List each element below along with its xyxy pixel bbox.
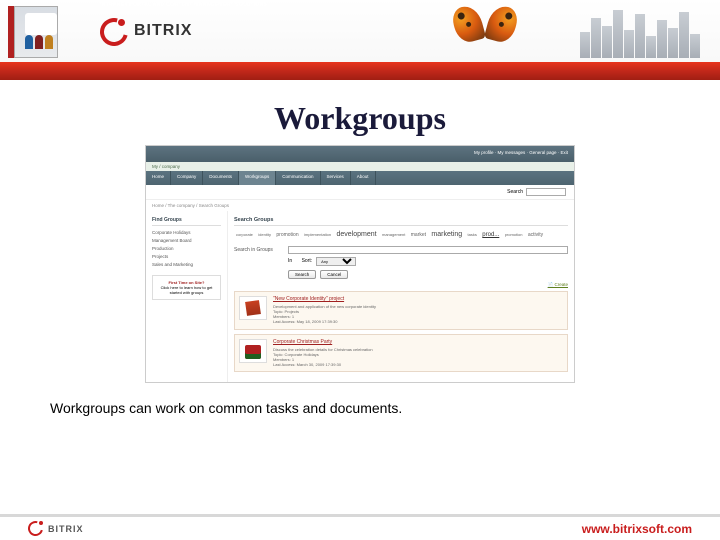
city-skyline-icon	[580, 6, 710, 58]
tag[interactable]: development	[337, 230, 377, 240]
tag[interactable]: corporate	[236, 232, 253, 238]
slide-caption: Workgroups can work on common tasks and …	[50, 400, 402, 416]
tag[interactable]: tasks	[468, 232, 477, 238]
promo-box: First Time on Site? Click here to learn …	[152, 275, 221, 300]
main-nav: Home Company Documents Workgroups Commun…	[146, 171, 574, 185]
cancel-button[interactable]: Cancel	[320, 270, 348, 279]
swirl-icon	[28, 521, 43, 536]
nav-workgroups[interactable]: Workgroups	[239, 171, 276, 185]
butterfly-icon	[450, 6, 520, 56]
tagline: INTRANET PORTAL AND CONTENT MANAGEMENT S…	[100, 2, 267, 8]
footer: BITRIX www.bitrixsoft.com	[0, 514, 720, 540]
main-panel: Search Groups corporate identity promoti…	[228, 211, 574, 382]
swirl-icon	[100, 18, 126, 44]
breadcrumb-sub: Home / The company / Search Groups	[146, 200, 574, 211]
search-button[interactable]: Search	[288, 270, 316, 279]
slide-title: Workgroups	[0, 100, 720, 137]
group-thumb-icon	[239, 339, 267, 363]
nav-services[interactable]: Services	[321, 171, 351, 185]
tag[interactable]: identity	[258, 232, 271, 238]
product-box-icon	[8, 4, 58, 60]
sidebar-item[interactable]: Projects	[152, 254, 221, 259]
group-meta: Development and application of the new c…	[273, 304, 563, 325]
footer-logo: BITRIX	[28, 521, 84, 536]
sidebar-heading: Find Groups	[152, 217, 221, 226]
sidebar: Find Groups Corporate Holidays Managemen…	[146, 211, 228, 382]
global-search-row: Search	[146, 185, 574, 200]
sidebar-item[interactable]: Sales and Marketing	[152, 262, 221, 267]
tag[interactable]: management	[382, 232, 405, 238]
group-search-input[interactable]	[288, 246, 568, 254]
nav-home[interactable]: Home	[146, 171, 171, 185]
sort-row: In Sort: Any	[234, 257, 568, 266]
group-result[interactable]: "New Corporate Identity" project Develop…	[234, 291, 568, 330]
group-title[interactable]: Corporate Christmas Party	[273, 339, 563, 345]
tag[interactable]: implementation	[304, 232, 331, 238]
global-search-input[interactable]	[526, 188, 566, 196]
search-label: Search	[507, 189, 523, 195]
nav-communication[interactable]: Communication	[276, 171, 320, 185]
tag[interactable]: promotion	[505, 232, 523, 238]
group-result[interactable]: Corporate Christmas Party Discuss the ce…	[234, 334, 568, 373]
tag[interactable]: market	[411, 232, 426, 239]
sidebar-item[interactable]: Production	[152, 246, 221, 251]
sort-select[interactable]: Any	[316, 257, 356, 266]
tag[interactable]: prod...	[482, 231, 499, 239]
promo-body: Click here to learn how to get started w…	[161, 285, 213, 295]
group-meta: Discuss the celebration details for Chri…	[273, 347, 563, 368]
footer-url: www.bitrixsoft.com	[582, 522, 692, 536]
nav-company[interactable]: Company	[171, 171, 203, 185]
search-field-label: Search in Groups	[234, 247, 284, 253]
tag[interactable]: activity	[528, 232, 543, 239]
nav-about[interactable]: About	[351, 171, 376, 185]
brand-logo: BITRIX	[100, 18, 192, 44]
sidebar-item[interactable]: Corporate Holidays	[152, 230, 221, 235]
sidebar-item[interactable]: Management Board	[152, 238, 221, 243]
group-thumb-icon	[239, 296, 267, 320]
brand-name: BITRIX	[134, 22, 192, 40]
group-title[interactable]: "New Corporate Identity" project	[273, 296, 563, 302]
app-screenshot: My profile · My messages · General page …	[145, 145, 575, 383]
tag[interactable]: marketing	[431, 230, 462, 240]
tag[interactable]: promotion	[276, 232, 298, 239]
top-banner: BITRIX	[0, 0, 720, 62]
red-stripe: INTRANET PORTAL AND CONTENT MANAGEMENT S…	[0, 62, 720, 80]
section-heading: Search Groups	[234, 217, 568, 226]
sort-prefix: In	[288, 258, 292, 264]
tag-cloud: corporate identity promotion implementat…	[234, 230, 568, 240]
footer-brand: BITRIX	[48, 524, 84, 534]
breadcrumb-main: My / company	[146, 162, 574, 171]
search-field-row: Search in Groups	[234, 246, 568, 254]
app-user-bar: My profile · My messages · General page …	[146, 146, 574, 162]
sort-label: Sort:	[302, 258, 313, 264]
create-link[interactable]: 📄 Create	[234, 282, 568, 288]
nav-documents[interactable]: Documents	[203, 171, 239, 185]
